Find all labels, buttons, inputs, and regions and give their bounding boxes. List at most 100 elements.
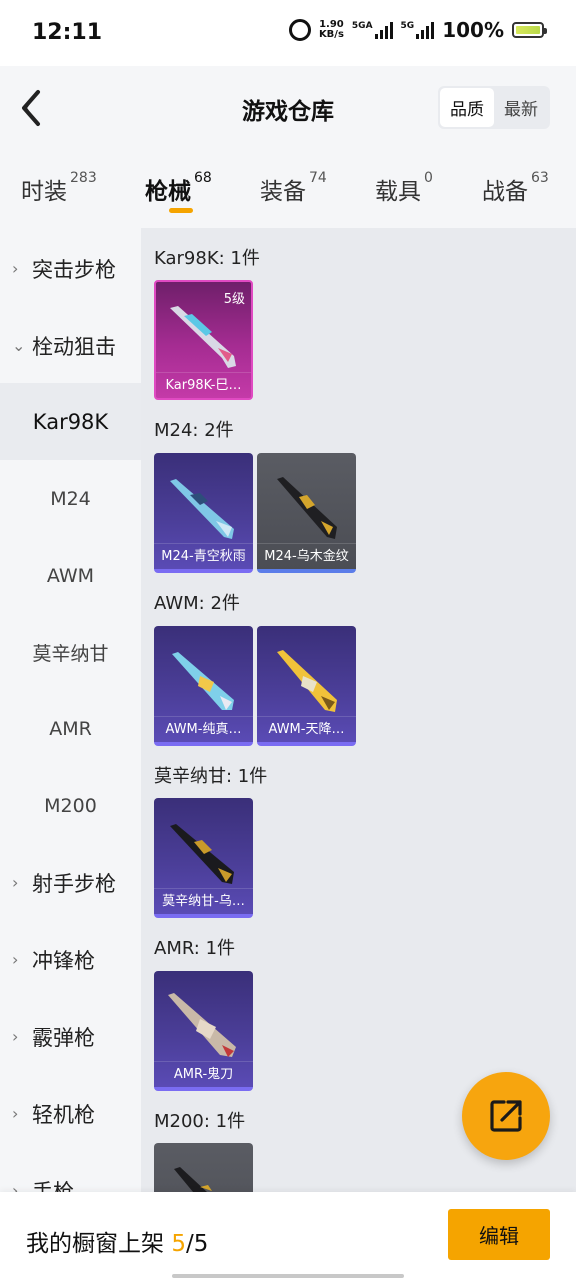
battery-icon (512, 22, 547, 38)
sidebar-item-lmg[interactable]: › 轻机枪 (0, 1075, 141, 1152)
weapon-card[interactable]: M24-青空秋雨 (154, 453, 253, 573)
rifle-icon (170, 824, 234, 884)
sidebar-item-label: AMR (49, 717, 92, 740)
status-bar: 12:11 1.90 KB/s 5GA 5G 100% (0, 0, 576, 66)
showcase-status: 我的橱窗上架 5/5 (26, 1224, 208, 1258)
showcase-total: /5 (185, 1231, 209, 1257)
sidebar-item-label: M24 (50, 487, 91, 510)
tab-count: 283 (70, 170, 97, 186)
edit-button[interactable]: 编辑 (448, 1209, 550, 1260)
chevron-right-icon: › (12, 950, 19, 969)
group-title: AWM: 2件 (154, 593, 240, 614)
chevron-right-icon: › (12, 259, 19, 278)
share-button[interactable] (462, 1072, 550, 1160)
group-title: Kar98K: 1件 (154, 248, 260, 269)
sort-toggle: 品质 最新 (438, 86, 550, 129)
group-title: M24: 2件 (154, 420, 234, 441)
sidebar-item-label: M200 (44, 794, 97, 817)
sidebar-item-label: 冲锋枪 (32, 948, 95, 973)
tab-fashion[interactable]: 时装283 (21, 170, 97, 206)
tab-guns[interactable]: 枪械68 (145, 170, 212, 206)
showcase-label: 我的橱窗上架 (26, 1231, 164, 1257)
weapon-card[interactable] (154, 1143, 253, 1192)
weapon-list: Kar98K: 1件 5级 Kar98K-巳… M24: 2件 M24-青空秋雨… (141, 228, 576, 1192)
weapon-card[interactable]: 莫辛纳甘-乌… (154, 798, 253, 918)
battery-percent: 100% (442, 18, 504, 42)
bottom-bar: 我的橱窗上架 5/5 编辑 (0, 1192, 576, 1280)
weapon-card-label: M24-青空秋雨 (154, 543, 253, 569)
weapon-card[interactable]: AWM-纯真… (154, 626, 253, 746)
status-time: 12:11 (32, 20, 103, 45)
chevron-right-icon: › (12, 1104, 19, 1123)
weapon-card[interactable]: 5级 Kar98K-巳… (154, 280, 253, 400)
weapon-card-label: AWM-纯真… (154, 716, 253, 742)
tab-active-indicator (169, 208, 193, 213)
share-out-icon (490, 1100, 522, 1132)
home-indicator[interactable] (172, 1274, 404, 1278)
tab-label: 载具 (375, 179, 421, 205)
category-tabs: 时装283 枪械68 装备74 载具0 战备63 (0, 160, 576, 228)
sim2-label: 5G (400, 21, 415, 31)
alarm-icon (288, 19, 311, 41)
weapon-card[interactable]: AMR-鬼刀 (154, 971, 253, 1091)
weapon-card-label: M24-乌木金纹 (257, 543, 356, 569)
weapon-card-label: 莫辛纳甘-乌… (154, 888, 253, 914)
sidebar: › 突击步枪 ⌄ 栓动狙击 Kar98K M24 AWM 莫辛纳甘 AMR M200… (0, 228, 141, 1280)
chevron-down-icon: ⌄ (12, 336, 26, 355)
sidebar-item-label: 霰弹枪 (32, 1025, 95, 1050)
sidebar-item-shotgun[interactable]: › 霰弹枪 (0, 998, 141, 1075)
sidebar-item-amr[interactable]: AMR (0, 690, 141, 767)
signal-sim2-icon: 5G (401, 21, 435, 39)
rifle-icon (170, 479, 234, 539)
weapon-card-label: Kar98K-巳… (156, 372, 251, 398)
sidebar-item-bolt-sniper[interactable]: ⌄ 栓动狙击 (0, 307, 141, 384)
sidebar-item-label: 突击步枪 (32, 257, 116, 282)
rifle-icon (277, 477, 337, 539)
sidebar-item-label: 莫辛纳甘 (32, 643, 109, 665)
sidebar-item-smg[interactable]: › 冲锋枪 (0, 921, 141, 998)
sidebar-item-awm[interactable]: AWM (0, 537, 141, 614)
sidebar-item-label: AWM (46, 564, 95, 587)
tab-label: 装备 (260, 179, 306, 205)
sidebar-item-kar98k[interactable]: Kar98K (0, 383, 141, 460)
rifle-icon (168, 993, 236, 1057)
group-title: M200: 1件 (154, 1111, 246, 1132)
chevron-right-icon: › (12, 873, 19, 892)
tab-label: 枪械 (145, 179, 191, 205)
tab-count: 68 (194, 170, 212, 186)
weapon-card[interactable]: AWM-天降… (257, 626, 356, 746)
sidebar-item-label: Kar98K (32, 409, 109, 434)
sidebar-item-m200[interactable]: M200 (0, 767, 141, 844)
header: 游戏仓库 品质 最新 (0, 66, 576, 152)
weapon-card-label: AMR-鬼刀 (154, 1061, 253, 1087)
tab-equipment[interactable]: 装备74 (260, 170, 327, 206)
rifle-icon (172, 652, 234, 710)
rifle-icon (277, 650, 337, 712)
rifle-icon (170, 306, 236, 368)
level-badge: 5级 (223, 292, 245, 307)
signal-sim1-icon: 5GA (352, 21, 393, 39)
tab-label: 时装 (21, 179, 67, 205)
tab-vehicles[interactable]: 载具0 (375, 170, 433, 206)
net-speed: 1.90 KB/s (319, 20, 344, 40)
sort-quality-button[interactable]: 品质 (440, 88, 494, 127)
sidebar-item-m24[interactable]: M24 (0, 460, 141, 537)
showcase-count: 5 (171, 1231, 186, 1257)
sidebar-item-label: 轻机枪 (32, 1102, 95, 1127)
sidebar-item-label: 栓动狙击 (32, 334, 116, 359)
sort-latest-button[interactable]: 最新 (494, 88, 548, 127)
sidebar-item-assault-rifle[interactable]: › 突击步枪 (0, 230, 141, 307)
sim1-label: 5GA (351, 21, 373, 31)
rifle-icon (174, 1167, 212, 1192)
sidebar-item-label: 射手步枪 (32, 871, 116, 896)
chevron-right-icon: › (12, 1027, 19, 1046)
weapon-card[interactable]: M24-乌木金纹 (257, 453, 356, 573)
tab-count: 0 (424, 170, 433, 186)
sidebar-item-mosin[interactable]: 莫辛纳甘 (0, 614, 141, 691)
sidebar-item-marksman-rifle[interactable]: › 射手步枪 (0, 844, 141, 921)
net-speed-unit: KB/s (318, 29, 344, 40)
tab-supplies[interactable]: 战备63 (482, 170, 549, 206)
tab-count: 63 (531, 170, 549, 186)
status-icons: 1.90 KB/s 5GA 5G 100% (288, 18, 547, 42)
tab-label: 战备 (482, 179, 528, 205)
